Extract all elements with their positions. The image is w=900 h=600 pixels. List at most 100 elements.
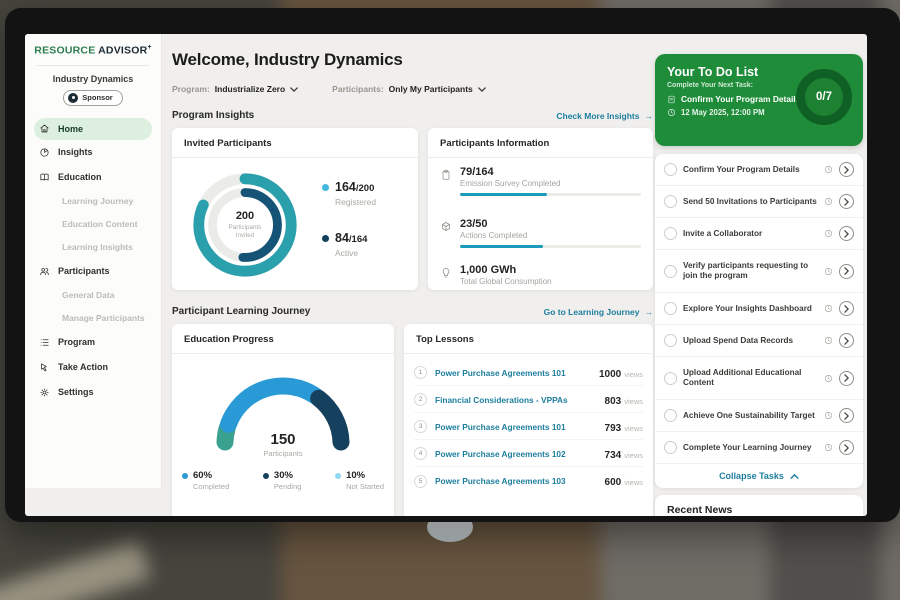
task-checkbox[interactable] xyxy=(664,334,677,347)
page-title: Welcome, Industry Dynamics xyxy=(172,50,403,70)
lesson-link[interactable]: Power Purchase Agreements 103 xyxy=(435,476,597,486)
stat-emission-survey: 79/164 Emission Survey Completed xyxy=(440,166,641,196)
lesson-row-5[interactable]: 5 Power Purchase Agreements 103 600views xyxy=(414,468,643,494)
lightbulb-icon xyxy=(440,267,452,279)
legend-dot xyxy=(263,473,269,479)
sidebar-item-general-data[interactable]: General Data xyxy=(25,284,161,307)
sidebar-item-education[interactable]: Education xyxy=(25,165,161,190)
sidebar-item-insights[interactable]: Insights xyxy=(25,140,161,165)
progress-bar xyxy=(460,245,641,248)
sidebar-item-take-action[interactable]: Take Action xyxy=(25,355,161,380)
people-icon xyxy=(39,266,50,277)
task-checkbox[interactable] xyxy=(664,441,677,454)
clock-icon xyxy=(824,229,833,238)
task-go-button[interactable] xyxy=(839,408,854,423)
participants-information-card: Participants Information 79/164 Emission… xyxy=(428,128,653,290)
todo-progress-ring: 0/7 xyxy=(796,69,852,125)
task-go-button[interactable] xyxy=(839,301,854,316)
task-go-button[interactable] xyxy=(839,162,854,177)
check-more-insights-link[interactable]: Check More Insights → xyxy=(556,111,653,121)
task-go-button[interactable] xyxy=(839,333,854,348)
task-checkbox[interactable] xyxy=(664,372,677,385)
lesson-link[interactable]: Power Purchase Agreements 101 xyxy=(435,368,591,378)
sidebar-item-program[interactable]: Program xyxy=(25,330,161,355)
todo-next-task-label: Confirm Your Program Details xyxy=(681,94,800,104)
invited-count: 200 xyxy=(236,210,254,222)
task-go-button[interactable] xyxy=(839,226,854,241)
task-row-9[interactable]: Complete Your Learning Journey xyxy=(655,432,863,464)
lesson-row-4[interactable]: 4 Power Purchase Agreements 102 734views xyxy=(414,441,643,467)
task-go-button[interactable] xyxy=(839,194,854,209)
sidebar-item-participants[interactable]: Participants xyxy=(25,259,161,284)
task-go-button[interactable] xyxy=(839,371,854,386)
task-go-button[interactable] xyxy=(839,264,854,279)
main-content: Welcome, Industry Dynamics Program: Indu… xyxy=(172,34,653,516)
task-row-7[interactable]: Upload Additional Educational Content xyxy=(655,357,863,400)
task-label: Upload Spend Data Records xyxy=(683,336,818,346)
task-checkbox[interactable] xyxy=(664,163,677,176)
task-checkbox[interactable] xyxy=(664,409,677,422)
sidebar-item-home[interactable]: Home xyxy=(34,118,152,140)
clock-icon xyxy=(824,443,833,452)
stat-value: 23/50 xyxy=(460,218,641,230)
collapse-tasks-link[interactable]: Collapse Tasks xyxy=(655,464,863,488)
participants-filter[interactable]: Participants: Only My Participants xyxy=(332,84,486,94)
todo-due-label: 12 May 2025, 12:00 PM xyxy=(681,108,765,117)
divider xyxy=(172,353,394,354)
invited-count-label: ParticipantsInvited xyxy=(229,224,262,240)
sponsor-icon xyxy=(68,93,78,103)
legend-not-started: 10% Not Started xyxy=(335,470,384,491)
legend-registered: 164/200 Registered xyxy=(322,178,376,207)
stat-actions: 23/50 Actions Completed xyxy=(440,218,641,248)
sidebar-item-manage-participants[interactable]: Manage Participants xyxy=(25,307,161,330)
task-checkbox[interactable] xyxy=(664,195,677,208)
task-checkbox[interactable] xyxy=(664,302,677,315)
lesson-link[interactable]: Power Purchase Agreements 102 xyxy=(435,449,597,459)
program-filter[interactable]: Program: Industrialize Zero xyxy=(172,84,298,94)
task-checkbox[interactable] xyxy=(664,265,677,278)
divider xyxy=(37,65,149,66)
program-insights-header: Program Insights Check More Insights → xyxy=(172,110,653,121)
sidebar-item-learning-journey[interactable]: Learning Journey xyxy=(25,190,161,213)
task-row-1[interactable]: Confirm Your Program Details xyxy=(655,154,863,186)
donut-center: 200 ParticipantsInvited xyxy=(186,166,304,284)
clock-icon xyxy=(824,165,833,174)
sidebar-item-learning-insights[interactable]: Learning Insights xyxy=(25,236,161,259)
go-to-learning-journey-link[interactable]: Go to Learning Journey → xyxy=(544,307,653,317)
gauge-label: Participants xyxy=(198,449,368,458)
lesson-link[interactable]: Financial Considerations - VPPAs xyxy=(435,395,597,405)
donut-legend: 164/200 Registered 84/164 Active xyxy=(322,178,376,280)
clock-icon xyxy=(667,108,676,117)
task-row-2[interactable]: Send 50 Invitations to Participants xyxy=(655,186,863,218)
progress-bar xyxy=(460,193,641,196)
card-title: Participants Information xyxy=(428,128,653,157)
sidebar-item-label: Program xyxy=(58,337,95,347)
task-checkbox[interactable] xyxy=(664,227,677,240)
app-logo: RESOURCE ADVISOR+ xyxy=(25,34,161,57)
task-row-3[interactable]: Invite a Collaborator xyxy=(655,218,863,250)
task-row-5[interactable]: Explore Your Insights Dashboard xyxy=(655,293,863,325)
chevron-down-icon xyxy=(290,87,298,92)
sidebar-item-label: Participants xyxy=(58,266,110,276)
task-row-6[interactable]: Upload Spend Data Records xyxy=(655,325,863,357)
sponsor-badge: Sponsor xyxy=(63,90,122,106)
card-title: Education Progress xyxy=(172,324,394,353)
book-icon xyxy=(39,172,50,183)
lesson-row-1[interactable]: 1 Power Purchase Agreements 101 1000view… xyxy=(414,360,643,386)
clock-icon xyxy=(824,267,833,276)
education-progress-card: Education Progress 150 Participants 60% … xyxy=(172,324,394,516)
task-label: Achieve One Sustainability Target xyxy=(683,411,818,421)
lesson-row-3[interactable]: 3 Power Purchase Agreements 101 793views xyxy=(414,414,643,440)
sidebar-item-settings[interactable]: Settings xyxy=(25,380,161,405)
learning-journey-header: Participant Learning Journey Go to Learn… xyxy=(172,306,653,317)
lesson-link[interactable]: Power Purchase Agreements 101 xyxy=(435,422,597,432)
action-icon xyxy=(39,362,50,373)
lesson-row-2[interactable]: 2 Financial Considerations - VPPAs 803vi… xyxy=(414,387,643,413)
task-row-8[interactable]: Achieve One Sustainability Target xyxy=(655,400,863,432)
top-lessons-card: Top Lessons 1 Power Purchase Agreements … xyxy=(404,324,653,516)
sidebar-item-education-content[interactable]: Education Content xyxy=(25,213,161,236)
task-go-button[interactable] xyxy=(839,440,854,455)
legend-label: Active xyxy=(335,248,376,258)
task-row-4[interactable]: Verify participants requesting to join t… xyxy=(655,250,863,293)
invited-donut-chart: 200 ParticipantsInvited xyxy=(186,166,304,284)
